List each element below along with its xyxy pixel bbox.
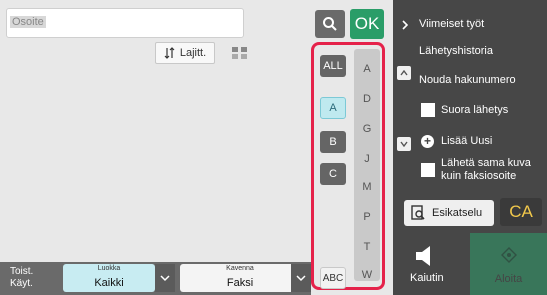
list-view-icon bbox=[232, 47, 247, 59]
index-letter-g[interactable]: G bbox=[354, 123, 380, 135]
chevron-up-icon bbox=[400, 70, 408, 76]
sort-icon bbox=[164, 47, 175, 59]
send-same-line1: Lähetä sama kuva bbox=[441, 157, 531, 169]
index-letter-j[interactable]: J bbox=[354, 153, 380, 165]
send-same-image-label: Lähetä sama kuva kuin faksiosoite bbox=[441, 157, 531, 183]
index-group-b-button[interactable]: B bbox=[320, 131, 346, 153]
sort-button[interactable]: Lajitt. bbox=[155, 42, 215, 64]
sort-label: Lajitt. bbox=[179, 47, 207, 59]
repeat-label-line1: Toist. bbox=[10, 266, 34, 277]
send-same-image-checkbox[interactable] bbox=[421, 163, 435, 177]
scroll-up-button[interactable] bbox=[397, 66, 411, 80]
repeat-use-button[interactable]: Toist. Käyt. bbox=[6, 264, 58, 292]
index-letter-d[interactable]: D bbox=[354, 93, 380, 105]
send-history-item[interactable]: Lähetyshistoria bbox=[419, 45, 493, 57]
chevron-down-icon bbox=[160, 275, 170, 282]
recent-jobs-item[interactable]: Viimeiset työt bbox=[419, 18, 484, 30]
index-abc-button[interactable]: ABC bbox=[320, 267, 346, 289]
category-value: Kaikki bbox=[94, 277, 124, 289]
index-letters-column[interactable]: A D G J M P T W bbox=[354, 49, 380, 281]
filter-bar: Toist. Käyt. Luokka Kaikki Kavenna Faksi bbox=[0, 262, 311, 295]
index-letter-w[interactable]: W bbox=[354, 269, 380, 281]
start-button[interactable]: Aloita bbox=[470, 233, 547, 295]
preview-label: Esikatselu bbox=[432, 207, 483, 219]
speaker-icon bbox=[416, 246, 430, 266]
search-icon bbox=[323, 17, 337, 31]
preview-button[interactable]: Esikatselu bbox=[404, 200, 494, 226]
start-label: Aloita bbox=[494, 273, 523, 285]
add-new-item[interactable]: Lisää Uusi bbox=[441, 135, 492, 148]
index-all-button[interactable]: ALL bbox=[320, 55, 346, 77]
view-toggle-button[interactable] bbox=[228, 42, 252, 64]
retrieve-number-item[interactable]: Nouda hakunumero bbox=[419, 74, 516, 86]
preview-icon bbox=[411, 205, 425, 220]
narrow-dropdown-button[interactable] bbox=[291, 264, 311, 292]
category-dropdown-button[interactable] bbox=[155, 264, 175, 292]
chevron-down-icon bbox=[400, 141, 408, 147]
index-group-a-button[interactable]: A bbox=[320, 97, 346, 119]
narrow-label: Kavenna bbox=[226, 265, 254, 272]
chevron-down-icon bbox=[296, 275, 306, 282]
index-letter-p[interactable]: P bbox=[354, 211, 380, 223]
chevron-right-icon[interactable] bbox=[401, 20, 409, 30]
index-panel: ALL A B C ABC A D G J M P T W bbox=[311, 42, 385, 290]
speaker-label: Kaiutin bbox=[410, 272, 444, 284]
index-letter-a[interactable]: A bbox=[354, 63, 380, 75]
send-same-line2: kuin faksiosoite bbox=[441, 170, 517, 182]
index-group-c-button[interactable]: C bbox=[320, 163, 346, 185]
start-icon bbox=[501, 247, 517, 263]
ok-button[interactable]: OK bbox=[350, 9, 384, 39]
direct-send-label: Suora lähetys bbox=[441, 104, 509, 116]
address-book-main: Osoite OK Lajitt. ALL A B C ABC A D G J … bbox=[0, 0, 393, 295]
direct-send-checkbox[interactable] bbox=[421, 103, 435, 117]
search-button[interactable] bbox=[315, 10, 345, 38]
index-letter-m[interactable]: M bbox=[354, 181, 380, 193]
narrow-select[interactable]: Kavenna Faksi bbox=[180, 264, 300, 292]
index-letter-t[interactable]: T bbox=[354, 241, 380, 253]
repeat-label-line2: Käyt. bbox=[10, 278, 33, 289]
clear-all-button[interactable]: CA bbox=[500, 198, 542, 226]
category-select[interactable]: Luokka Kaikki bbox=[63, 264, 155, 292]
narrow-value: Faksi bbox=[226, 277, 254, 289]
plus-circle-icon[interactable]: + bbox=[421, 135, 434, 148]
address-field-label: Osoite bbox=[10, 16, 46, 28]
scroll-down-button[interactable] bbox=[397, 137, 411, 151]
category-label: Luokka bbox=[97, 265, 121, 272]
